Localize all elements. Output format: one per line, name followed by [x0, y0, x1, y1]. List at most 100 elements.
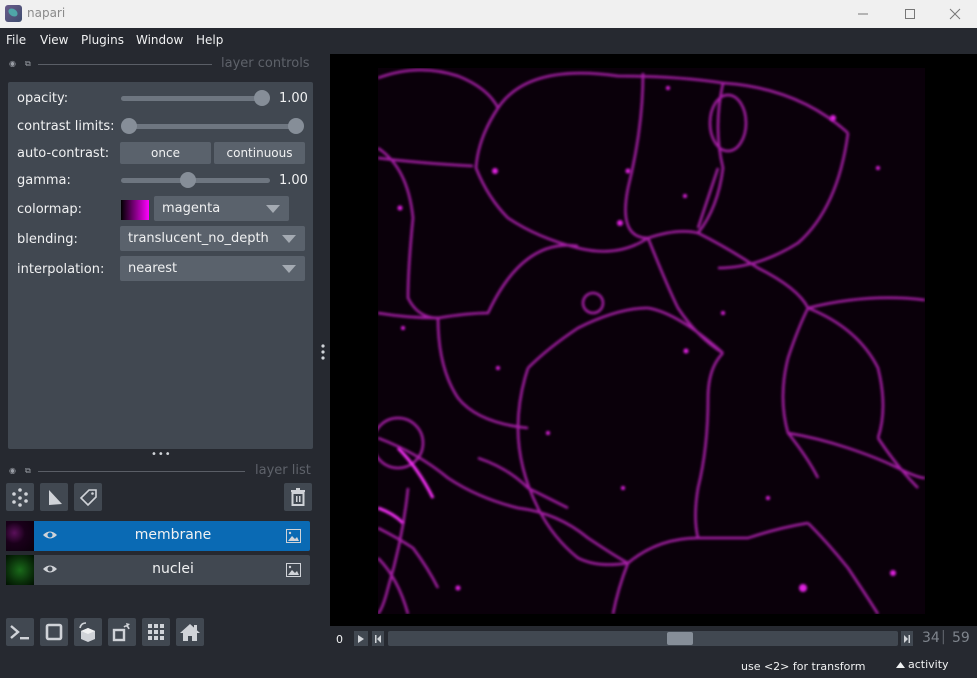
header-divider: [38, 64, 212, 65]
gamma-slider-handle[interactable]: [180, 172, 196, 188]
napari-logo-icon: [5, 5, 22, 22]
step-back-icon: [375, 634, 381, 643]
layer-name[interactable]: membrane: [66, 527, 280, 543]
play-icon: [358, 634, 364, 643]
blending-dropdown[interactable]: translucent_no_depth: [120, 226, 305, 251]
ndisplay-button[interactable]: [40, 618, 68, 646]
close-icon: [949, 8, 961, 20]
menu-view[interactable]: View: [40, 33, 68, 47]
console-button[interactable]: [6, 618, 34, 646]
tag-icon: [79, 489, 97, 507]
menu-window[interactable]: Window: [136, 33, 183, 47]
menu-file[interactable]: File: [6, 33, 26, 47]
layer-row-nuclei[interactable]: nuclei: [6, 555, 310, 585]
frame-separator: |: [941, 629, 946, 645]
menu-bar: File View Plugins Window Help: [0, 28, 977, 52]
interpolation-dropdown[interactable]: nearest: [120, 256, 305, 281]
minimize-button[interactable]: [840, 0, 886, 28]
layer-list-title: layer list: [255, 463, 311, 478]
layer-name[interactable]: nuclei: [66, 561, 280, 577]
interpolation-label: interpolation:: [17, 262, 105, 277]
caret-up-icon: [896, 661, 905, 668]
image-layer-icon: [286, 563, 301, 577]
chevron-down-icon: [282, 265, 296, 273]
auto-contrast-once-button[interactable]: once: [120, 142, 211, 164]
dims-slider-track[interactable]: [388, 631, 898, 646]
axis-label[interactable]: 0: [336, 633, 343, 646]
grid-view-button[interactable]: [142, 618, 170, 646]
roll-cube-icon: [79, 622, 95, 642]
colormap-value: magenta: [162, 201, 221, 216]
close-button[interactable]: [932, 0, 977, 28]
shapes-icon: [49, 490, 62, 505]
auto-contrast-label: auto-contrast:: [17, 146, 110, 161]
delete-layer-button[interactable]: [284, 483, 312, 511]
viewer-canvas[interactable]: [330, 54, 977, 626]
auto-contrast-continuous-button[interactable]: continuous: [214, 142, 305, 164]
title-bar: napari: [0, 0, 977, 28]
activity-button[interactable]: activity: [896, 658, 949, 671]
interpolation-value: nearest: [128, 261, 178, 276]
layer-thumbnail: [6, 555, 34, 585]
eye-icon[interactable]: [42, 562, 58, 576]
roll-dims-button[interactable]: [74, 618, 102, 646]
maximize-button[interactable]: [887, 0, 933, 28]
square-2d-icon: [45, 623, 63, 641]
float-icon[interactable]: ◉: [9, 466, 16, 475]
new-points-layer-button[interactable]: [6, 483, 34, 511]
opacity-slider-handle[interactable]: [254, 90, 270, 106]
layer-controls-panel: opacity: 1.00 contrast limits: auto-cont…: [8, 82, 313, 449]
new-labels-layer-button[interactable]: [74, 483, 102, 511]
opacity-slider[interactable]: [121, 96, 267, 101]
dims-slider-bar: 0 34 | 59: [330, 626, 977, 652]
header-divider: [38, 471, 245, 472]
activity-label: activity: [908, 658, 949, 671]
status-bar: use <2> for transform activity: [0, 652, 977, 678]
menu-plugins[interactable]: Plugins: [81, 33, 124, 47]
minimize-icon: [858, 13, 868, 15]
transpose-icon: [112, 623, 130, 642]
play-button[interactable]: [354, 631, 368, 646]
step-back-button[interactable]: [372, 631, 384, 646]
points-icon: [12, 488, 28, 507]
layer-row-membrane[interactable]: membrane: [6, 521, 310, 551]
blending-label: blending:: [17, 232, 78, 247]
contrast-limits-slider[interactable]: [125, 124, 299, 129]
colormap-label: colormap:: [17, 202, 83, 217]
maximize-icon: [905, 9, 915, 19]
colormap-dropdown[interactable]: magenta: [154, 196, 289, 221]
current-frame[interactable]: 34: [922, 630, 940, 646]
undock-icon[interactable]: ⧉: [25, 59, 31, 69]
image-layer-icon: [286, 529, 301, 543]
opacity-value[interactable]: 1.00: [279, 91, 309, 106]
membrane-image: [371, 68, 926, 615]
layer-controls-title: layer controls: [221, 56, 310, 71]
undock-icon[interactable]: ⧉: [25, 466, 31, 476]
contrast-high-handle[interactable]: [288, 118, 304, 134]
chevron-down-icon: [266, 205, 280, 213]
console-icon: [10, 625, 29, 640]
eye-icon[interactable]: [42, 528, 58, 542]
float-icon[interactable]: ◉: [9, 59, 16, 68]
window-title: napari: [27, 6, 66, 20]
trash-icon: [291, 488, 305, 506]
step-forward-button[interactable]: [901, 631, 913, 646]
layer-thumbnail: [6, 521, 34, 551]
layer-controls-header: ◉ ⧉ layer controls: [0, 56, 315, 72]
dock-splitter-handle[interactable]: [320, 344, 326, 360]
colormap-swatch: [121, 200, 149, 220]
dims-slider-handle[interactable]: [667, 632, 693, 645]
step-forward-icon: [904, 634, 910, 643]
layer-list-header: ◉ ⧉ layer list: [0, 463, 315, 479]
status-hint: use <2> for transform: [741, 660, 866, 673]
transpose-dims-button[interactable]: [108, 618, 136, 646]
grid-icon: [148, 624, 164, 640]
new-shapes-layer-button[interactable]: [40, 483, 68, 511]
menu-help[interactable]: Help: [196, 33, 223, 47]
membrane-image-render: [371, 68, 926, 615]
gamma-value[interactable]: 1.00: [279, 173, 309, 188]
contrast-low-handle[interactable]: [121, 118, 137, 134]
home-icon: [180, 624, 200, 641]
home-button[interactable]: [176, 618, 204, 646]
panel-splitter-handle[interactable]: •••: [151, 449, 172, 460]
